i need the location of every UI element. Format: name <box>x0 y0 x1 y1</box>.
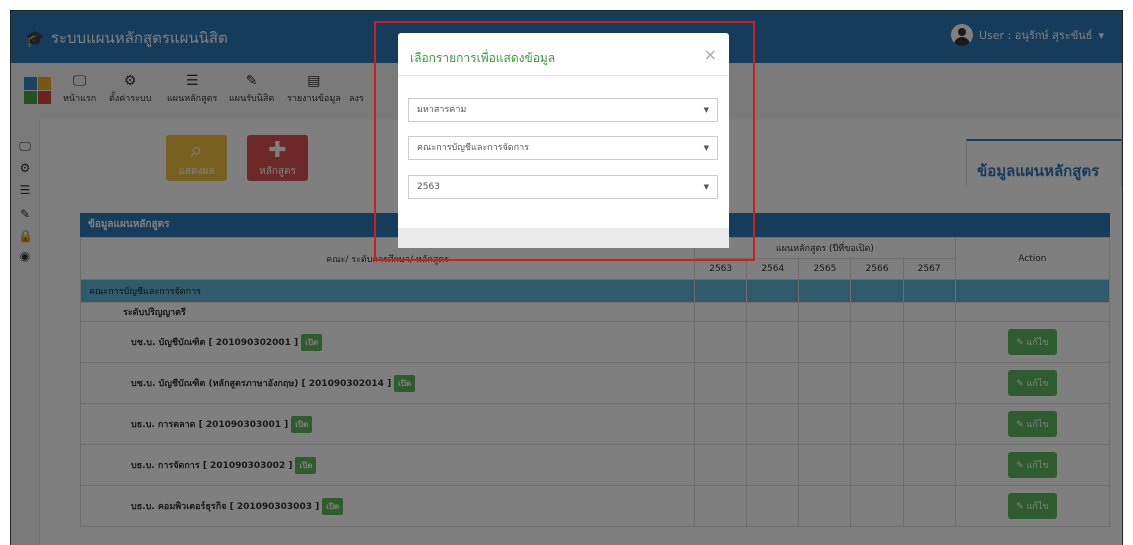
highlight-box <box>374 21 755 261</box>
